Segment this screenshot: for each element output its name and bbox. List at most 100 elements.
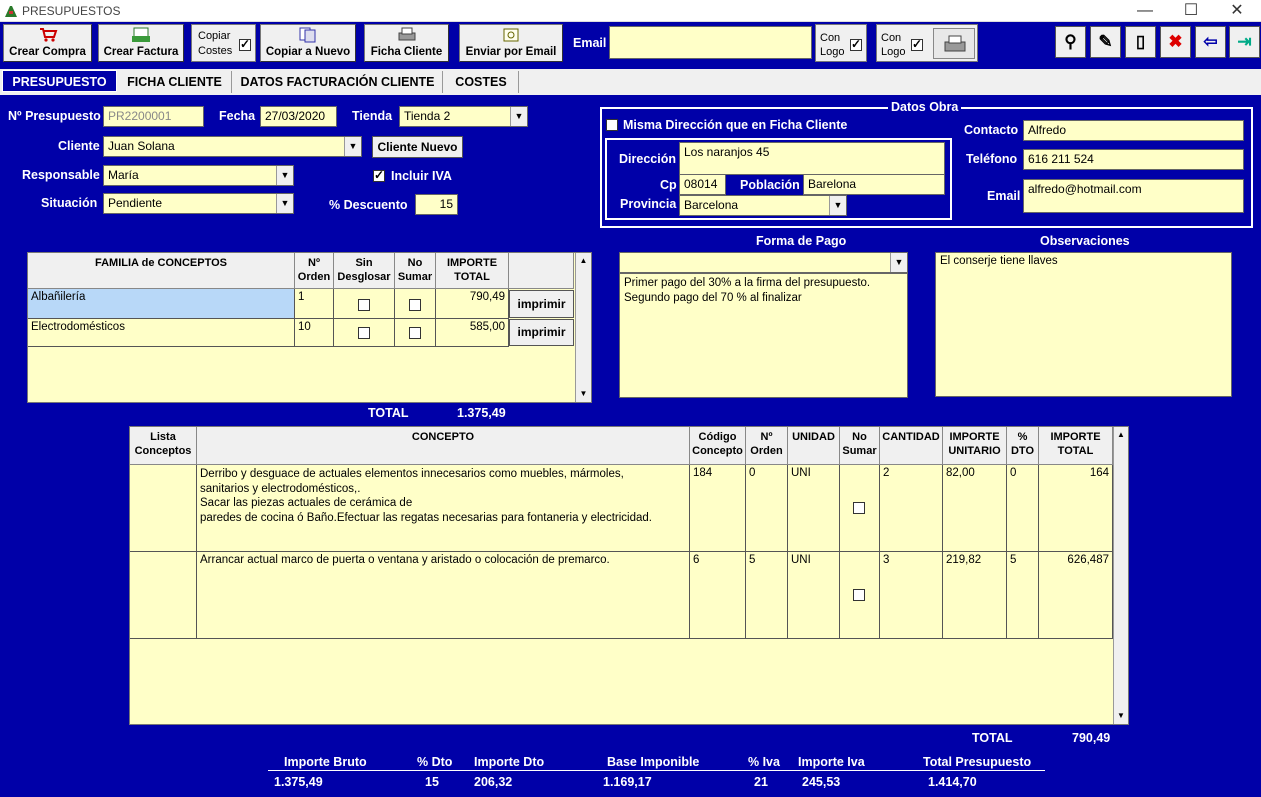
cp-label: Cp — [660, 178, 677, 192]
chevron-down-icon[interactable]: ▼ — [510, 107, 527, 126]
importe-cell: 585,00 — [436, 319, 509, 347]
con-logo-2-checkbox[interactable] — [911, 37, 923, 51]
cliente-select[interactable]: Juan Solana ▼ — [103, 136, 362, 157]
misma-direccion-label: Misma Dirección que en Ficha Cliente — [623, 118, 848, 132]
familia-header: FAMILIA de CONCEPTOS — [28, 253, 295, 289]
con-logo-1-checkbox[interactable] — [850, 37, 862, 51]
no-sumar-checkbox[interactable] — [853, 502, 865, 514]
dto-cell: 0 — [1007, 465, 1039, 552]
importe-bruto-value: 1.375,49 — [274, 775, 323, 789]
misma-direccion-checkbox[interactable] — [606, 119, 618, 131]
cliente-value: Juan Solana — [108, 139, 175, 153]
scroll-up-icon[interactable]: ▲ — [576, 253, 591, 269]
forma-pago-text[interactable]: Primer pago del 30% a la firma del presu… — [619, 273, 908, 398]
codigo-cell: 184 — [690, 465, 746, 552]
conceptos-grid: Lista Conceptos CONCEPTO Código Concepto… — [129, 426, 1129, 725]
observaciones-label: Observaciones — [1040, 234, 1130, 248]
direccion-input[interactable]: Los naranjos 45 — [679, 142, 945, 175]
imprimir-button[interactable]: imprimir — [509, 290, 574, 318]
binoculars-button[interactable]: ⚲ — [1055, 26, 1086, 58]
edit-button[interactable]: ✎ — [1090, 26, 1121, 58]
chevron-down-icon[interactable]: ▼ — [829, 196, 846, 215]
crear-compra-button[interactable]: Crear Compra — [3, 24, 92, 62]
total-header: IMPORTE TOTAL — [1039, 427, 1113, 465]
poblacion-input[interactable]: Barelona — [803, 174, 945, 195]
responsable-select[interactable]: María ▼ — [103, 165, 294, 186]
con-logo-option-2[interactable]: Con Logo — [876, 24, 978, 62]
print-logo-button[interactable] — [933, 28, 975, 59]
cantidad-cell: 3 — [880, 552, 943, 639]
tienda-label: Tienda — [352, 109, 393, 123]
iva-value: 21 — [754, 775, 768, 789]
descuento-label: % Descuento — [329, 198, 408, 212]
enviar-email-button[interactable]: Enviar por Email — [459, 24, 563, 62]
forma-pago-select[interactable]: ▼ — [619, 252, 908, 273]
back-button[interactable]: ⇦ — [1195, 26, 1226, 58]
chevron-down-icon[interactable]: ▼ — [890, 253, 907, 272]
tab-ficha-cliente[interactable]: FICHA CLIENTE — [118, 71, 232, 93]
no-sumar-checkbox[interactable] — [409, 327, 421, 339]
scroll-down-icon[interactable]: ▼ — [1114, 708, 1128, 724]
maximize-button[interactable]: ☐ — [1168, 0, 1214, 22]
familia-cell: Albañilería — [28, 289, 295, 319]
email-icon — [503, 28, 519, 42]
copiar-nuevo-button[interactable]: Copiar a Nuevo — [260, 24, 356, 62]
dto-cell: 5 — [1007, 552, 1039, 639]
situacion-select[interactable]: Pendiente ▼ — [103, 193, 294, 214]
fecha-input[interactable]: 27/03/2020 — [260, 106, 337, 127]
forma-pago-label: Forma de Pago — [756, 234, 847, 248]
email-input[interactable] — [609, 26, 812, 59]
exit-button[interactable]: ⇥ — [1229, 26, 1260, 58]
cliente-nuevo-button[interactable]: Cliente Nuevo — [372, 136, 463, 158]
con-logo-option-1[interactable]: Con Logo — [815, 24, 867, 62]
con-logo-1-line1: Con — [820, 32, 841, 44]
email-obra-input[interactable]: alfredo@hotmail.com — [1023, 179, 1244, 213]
tab-costes[interactable]: COSTES — [444, 71, 519, 93]
telefono-input[interactable]: 616 211 524 — [1023, 149, 1244, 170]
tab-bar: PRESUPUESTO FICHA CLIENTE DATOS FACTURAC… — [0, 69, 1261, 95]
contacto-input[interactable]: Alfredo — [1023, 120, 1244, 141]
chevron-down-icon[interactable]: ▼ — [276, 194, 293, 213]
familias-total-value: 1.375,49 — [457, 406, 506, 420]
con-logo-2-line1: Con — [881, 32, 902, 44]
sin-desglosar-cell — [334, 319, 395, 347]
cantidad-cell: 2 — [880, 465, 943, 552]
no-sumar-checkbox[interactable] — [853, 589, 865, 601]
sin-desglosar-checkbox[interactable] — [358, 327, 370, 339]
chevron-down-icon[interactable]: ▼ — [344, 137, 361, 156]
tab-presupuesto[interactable]: PRESUPUESTO — [2, 70, 117, 92]
crear-factura-button[interactable]: Crear Factura — [98, 24, 184, 62]
minimize-button[interactable]: — — [1122, 0, 1168, 22]
printer-icon — [398, 27, 415, 41]
close-button[interactable]: ✕ — [1214, 0, 1260, 22]
chevron-down-icon[interactable]: ▼ — [276, 166, 293, 185]
dto-header: % DTO — [1007, 427, 1039, 465]
familias-grid: FAMILIA de CONCEPTOS Nº Orden Sin Desglo… — [27, 252, 592, 403]
cantidad-header: CANTIDAD — [880, 427, 943, 465]
tienda-select[interactable]: Tienda 2 ▼ — [399, 106, 528, 127]
enviar-email-label: Enviar por Email — [465, 46, 557, 58]
provincia-select[interactable]: Barcelona ▼ — [679, 195, 847, 216]
no-sumar-checkbox[interactable] — [409, 299, 421, 311]
new-button[interactable]: ▯ — [1125, 26, 1156, 58]
incluir-iva-checkbox[interactable] — [373, 168, 385, 182]
importe-bruto-label: Importe Bruto — [284, 755, 367, 769]
cp-input[interactable]: 08014 — [679, 174, 726, 195]
sin-desglosar-checkbox[interactable] — [358, 299, 370, 311]
familias-scrollbar[interactable]: ▲ ▼ — [575, 253, 591, 402]
tab-datos-facturacion[interactable]: DATOS FACTURACIÓN CLIENTE — [233, 71, 443, 93]
unidad-cell: UNI — [788, 465, 840, 552]
copiar-costes-checkbox[interactable] — [239, 37, 251, 51]
imprimir-button[interactable]: imprimir — [509, 319, 574, 346]
scroll-up-icon[interactable]: ▲ — [1114, 427, 1128, 443]
delete-button[interactable]: ✖ — [1160, 26, 1191, 58]
red-x-icon: ✖ — [1168, 32, 1183, 51]
total-cell: 626,487 — [1039, 552, 1113, 639]
provincia-value: Barcelona — [684, 198, 739, 212]
conceptos-scrollbar[interactable]: ▲ ▼ — [1113, 427, 1128, 724]
copiar-costes-option[interactable]: Copiar Costes — [191, 24, 256, 62]
observaciones-text[interactable]: El conserje tiene llaves — [935, 252, 1232, 397]
scroll-down-icon[interactable]: ▼ — [576, 386, 591, 402]
ficha-cliente-button[interactable]: Ficha Cliente — [364, 24, 449, 62]
descuento-input[interactable]: 15 — [415, 194, 458, 215]
